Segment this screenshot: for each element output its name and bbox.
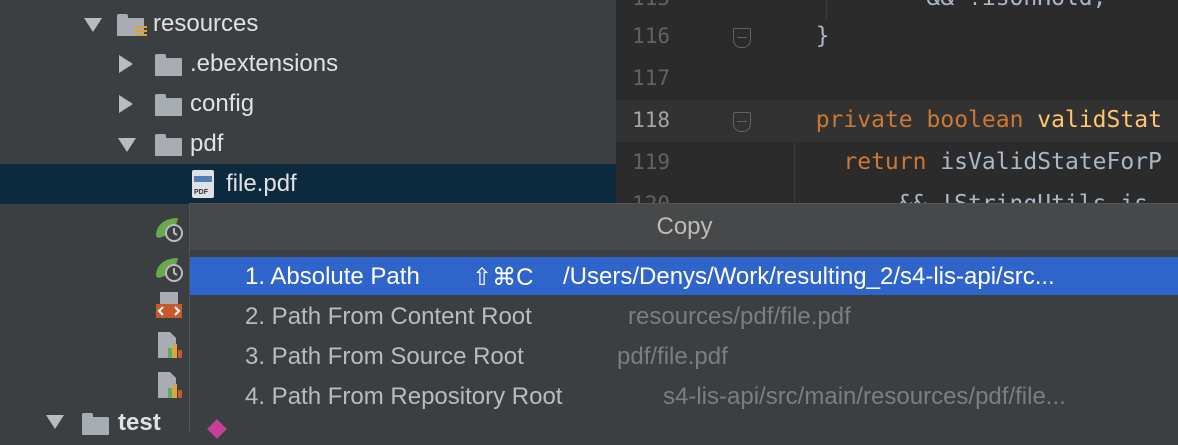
tree-item-label: pdf (190, 130, 224, 157)
tree-item-label: file.pdf (226, 170, 297, 197)
spring-boot-icon (156, 218, 183, 242)
tree-item-ebextensions[interactable]: .ebextensions (0, 44, 616, 84)
copy-content-root-path-item[interactable]: 2. Path From Content Root resources/pdf/… (190, 297, 1178, 335)
tree-item-config[interactable]: config (0, 84, 616, 124)
tree-item-file-pdf[interactable]: PDF file.pdf (0, 164, 616, 204)
code-line: 119 return isValidStateForP (616, 142, 1178, 184)
chart-file-icon (158, 372, 182, 398)
code-line: 117 (632, 66, 670, 90)
chevron-down-icon[interactable] (118, 138, 136, 152)
chevron-down-icon[interactable] (46, 415, 64, 429)
test-folder-icon (82, 413, 109, 435)
tree-item-resources[interactable]: resources (0, 4, 616, 44)
code-editor[interactable]: 115 && !isOnHold; 116 } 117 118 private … (616, 0, 1178, 203)
popup-title: Copy (190, 204, 1178, 250)
code-line-current: 118 private boolean validStat (616, 100, 1178, 142)
code-text: private boolean validStat (815, 107, 1162, 133)
copy-path-popup: Copy 1. Absolute Path ⇧⌘C /Users/Denys/W… (189, 203, 1178, 431)
folder-icon (155, 54, 182, 76)
tree-item-label: test (118, 409, 161, 436)
fold-marker-icon[interactable] (733, 28, 751, 48)
copy-absolute-path-item[interactable]: 1. Absolute Path ⇧⌘C /Users/Denys/Work/r… (190, 257, 1178, 295)
folder-icon (155, 94, 182, 116)
copy-source-root-path-item[interactable]: 3. Path From Source Root pdf/file.pdf (190, 337, 1178, 375)
tree-item-pdf[interactable]: pdf (0, 124, 616, 164)
tree-item-label: config (190, 90, 255, 117)
shortcut-label: ⇧⌘C (472, 264, 534, 291)
tree-item-label: .ebextensions (190, 50, 339, 77)
fold-marker-icon[interactable] (733, 112, 751, 132)
folder-icon (155, 134, 182, 156)
code-line: 116 } (632, 23, 830, 49)
chevron-right-icon[interactable] (119, 55, 133, 73)
chevron-down-icon[interactable] (84, 18, 102, 32)
spring-boot-icon (156, 258, 183, 282)
chevron-right-icon[interactable] (119, 95, 133, 113)
code-line: 120 && !StringUtils.is (616, 184, 1178, 203)
pdf-file-icon: PDF (192, 170, 214, 198)
resources-folder-icon (117, 14, 147, 36)
chart-file-icon (158, 332, 182, 358)
code-text: return isValidStateForP (843, 149, 1162, 175)
copy-repository-root-path-item[interactable]: 4. Path From Repository Root s4-lis-api/… (190, 377, 1178, 415)
tree-item-label: resources (153, 10, 259, 37)
html-template-icon (156, 292, 182, 318)
